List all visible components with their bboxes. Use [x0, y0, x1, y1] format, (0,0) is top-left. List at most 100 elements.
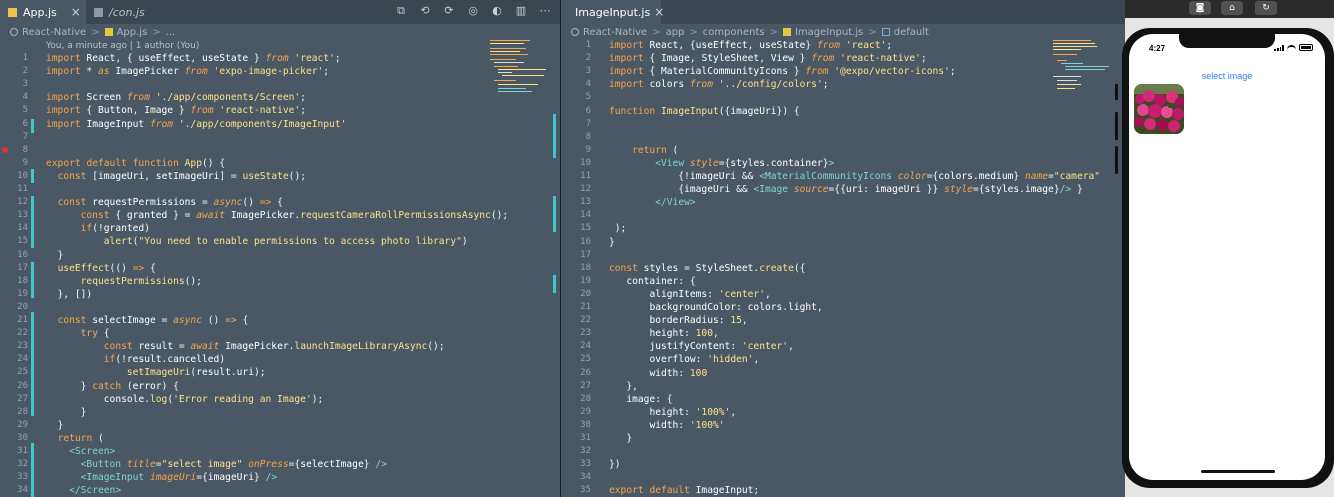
tab-label: App.js — [23, 5, 57, 19]
code-line: import React, {useEffect, useState} from… — [609, 40, 893, 51]
code-line: import { Image, StyleSheet, View } from … — [609, 53, 927, 65]
right-editor-pane[interactable]: ImageInput.js × React-Native > app > com… — [561, 0, 1125, 497]
line-number: 21 — [580, 302, 591, 312]
line-number: 20 — [580, 288, 591, 299]
line-number: 5 — [22, 105, 28, 116]
tab-icon-js[interactable]: /con.js — [86, 0, 166, 24]
code-line: import { Button, Image } from 'react-nat… — [46, 105, 306, 117]
line-number: 28 — [580, 393, 591, 404]
breadcrumb-item[interactable]: React-Native — [22, 27, 86, 38]
code-line: console.log('Error reading an Image'); — [103, 393, 324, 405]
tab-app-js[interactable]: App.js × — [0, 0, 86, 24]
breadcrumb-item[interactable]: app — [666, 27, 685, 38]
select-image-button[interactable]: select image — [1129, 71, 1325, 81]
code-line: return ( — [57, 432, 104, 444]
line-number: 27 — [17, 393, 28, 404]
line-number: 3 — [22, 79, 28, 90]
breadcrumb-item[interactable]: React-Native — [583, 27, 647, 38]
go-forward-icon[interactable]: ⟳ — [442, 4, 456, 18]
breakpoint-marker[interactable] — [2, 147, 8, 153]
close-icon[interactable]: × — [71, 5, 81, 19]
code-line: try { — [80, 328, 110, 340]
change-indicator — [31, 169, 34, 183]
more-actions-icon[interactable]: ⋯ — [538, 4, 552, 18]
cellular-signal-icon — [1274, 44, 1284, 51]
code-line: overflow: 'hidden', — [649, 354, 760, 366]
minimap[interactable] — [1053, 38, 1111, 94]
right-tab-bar: ImageInput.js × — [561, 0, 1125, 24]
simulator-toolbar: ◙ ⌂ ↻ — [1125, 0, 1334, 18]
line-number: 6 — [585, 105, 591, 116]
line-number: 28 — [17, 406, 28, 417]
code-line: import ImageInput from './app/components… — [46, 118, 347, 130]
wifi-icon — [1287, 44, 1296, 51]
change-indicator — [31, 312, 34, 416]
code-line: if(!granted) — [80, 223, 150, 235]
timeline-icon[interactable]: ◐ — [490, 4, 504, 18]
code-line: </View> — [655, 197, 696, 209]
line-number: 14 — [580, 210, 591, 221]
code-line: {imageUri && <Image source={{uri: imageU… — [609, 184, 1083, 196]
code-line: } — [46, 249, 64, 261]
phone-screen[interactable]: 4:27 select image — [1129, 34, 1325, 480]
screenshot-icon[interactable]: ◙ — [1189, 1, 1211, 15]
line-number: 1 — [585, 40, 591, 50]
line-number: 26 — [580, 367, 591, 378]
line-number: 9 — [585, 144, 591, 155]
home-indicator[interactable] — [1201, 470, 1275, 473]
home-icon[interactable]: ⌂ — [1221, 1, 1243, 15]
git-compare-icon[interactable]: ⧉ — [394, 4, 408, 18]
breadcrumb-item[interactable]: components — [703, 27, 765, 38]
rotate-icon[interactable]: ↻ — [1255, 1, 1277, 15]
line-number: 7 — [585, 118, 591, 129]
code-line: } catch (error) { — [46, 380, 179, 392]
breadcrumb-item[interactable]: default — [894, 27, 929, 38]
folder-icon — [10, 28, 18, 36]
code-line: justifyContent: 'center', — [649, 341, 794, 353]
code-line: const requestPermissions = async() => { — [57, 197, 283, 209]
line-number: 35 — [580, 485, 591, 496]
code-line: <Screen> — [69, 446, 116, 457]
split-editor-icon[interactable]: ▥ — [514, 4, 528, 18]
line-number: 1 — [22, 53, 28, 63]
breadcrumb-item[interactable]: App.js — [117, 27, 148, 38]
code-line: }, []) — [46, 288, 93, 300]
close-icon[interactable]: × — [654, 5, 664, 19]
change-indicator — [31, 443, 34, 497]
code-line: requestPermissions(); — [80, 275, 202, 287]
line-number: 13 — [17, 210, 28, 221]
line-number: 3 — [585, 66, 591, 77]
breadcrumb-item[interactable]: ... — [166, 27, 176, 38]
code-line: import Screen from './app/components/Scr… — [46, 92, 306, 104]
code-line: width: '100%' — [649, 419, 725, 431]
code-line: if(!result.cancelled) — [103, 354, 226, 366]
line-number: 34 — [17, 485, 28, 496]
line-number: 34 — [580, 472, 591, 483]
line-number: 15 — [17, 236, 28, 247]
line-number: 31 — [17, 446, 28, 456]
code-line: export default ImageInput; — [609, 485, 760, 497]
left-editor-pane[interactable]: App.js × /con.js ⧉ ⟲ ⟳ ◎ ◐ ▥ ⋯ React-Nat… — [0, 0, 560, 497]
scrollbar-change-marker — [553, 275, 556, 293]
code-line: }) — [609, 459, 621, 471]
line-number: 23 — [580, 328, 591, 339]
code-line: function ImageInput({imageUri}) { — [609, 105, 800, 117]
code-line: borderRadius: 15, — [649, 315, 748, 327]
change-indicator — [31, 262, 34, 298]
line-number: 18 — [580, 262, 591, 273]
code-line: useEffect(() => { — [57, 262, 156, 274]
line-number: 33 — [17, 472, 28, 483]
line-number: 32 — [580, 446, 591, 457]
code-line: container: { — [626, 275, 696, 287]
open-changes-icon[interactable]: ◎ — [466, 4, 480, 18]
ios-simulator: ◙ ⌂ ↻ 4:27 select image — [1115, 0, 1334, 497]
code-line: const { granted } = await ImagePicker.re… — [80, 210, 509, 222]
code-line: return ( — [632, 144, 679, 156]
minimap[interactable] — [490, 38, 548, 94]
tab-imageinput-js[interactable]: ImageInput.js × — [561, 0, 664, 24]
breadcrumb-item[interactable]: ImageInput.js — [795, 27, 863, 38]
go-back-icon[interactable]: ⟲ — [418, 4, 432, 18]
mute-switch — [1115, 84, 1118, 100]
line-number: 27 — [580, 380, 591, 391]
volume-up-button — [1115, 112, 1118, 140]
